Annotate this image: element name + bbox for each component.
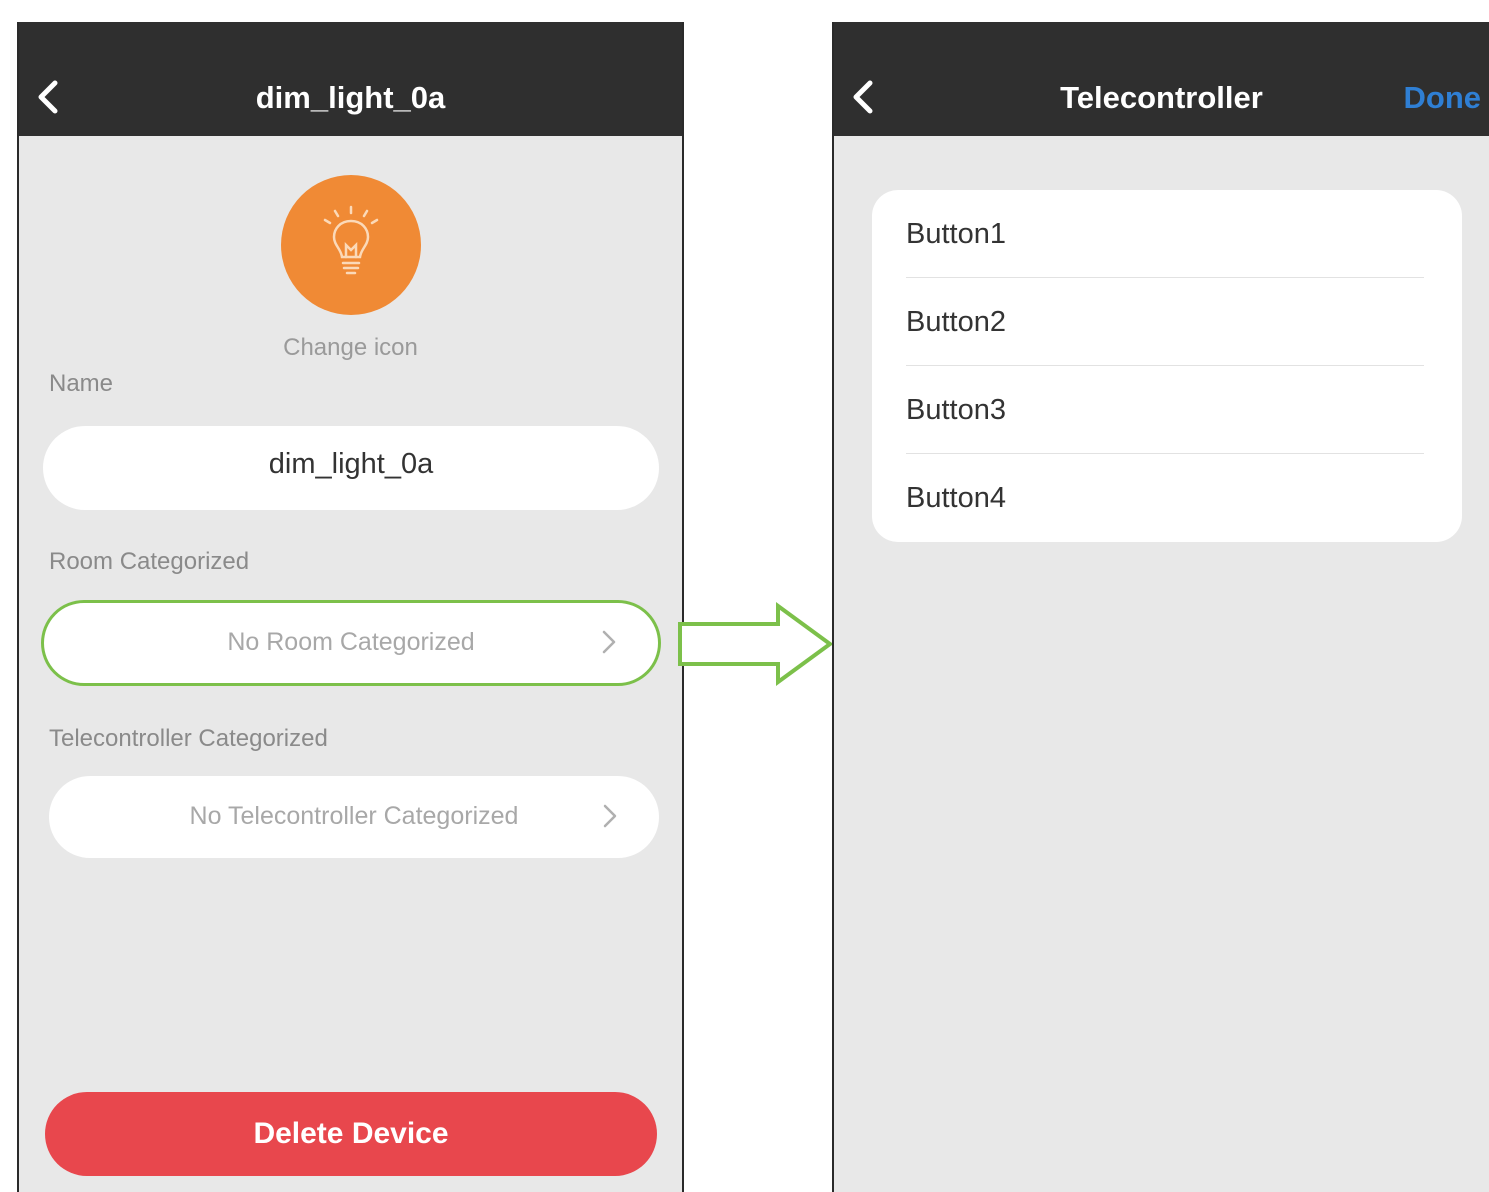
- list-item[interactable]: Button1: [906, 190, 1424, 278]
- chevron-right-icon: [603, 804, 617, 828]
- transition-arrow: [678, 600, 838, 688]
- telecontroller-label: Telecontroller Categorized: [49, 725, 328, 752]
- arrow-right-icon: [678, 602, 834, 686]
- list-item[interactable]: Button3: [906, 366, 1424, 454]
- name-value: dim_light_0a: [268, 448, 434, 480]
- change-icon-link[interactable]: Change icon: [19, 334, 682, 362]
- button-list: Button1 Button2 Button3 Button4: [872, 190, 1462, 542]
- navbar: Telecontroller Done: [834, 22, 1489, 136]
- device-settings-screen: dim_light_0a Change icon Name dim_light_…: [17, 22, 684, 1192]
- chevron-right-icon: [602, 630, 616, 654]
- room-value: No Room Categorized: [227, 628, 475, 656]
- light-bulb-icon: [323, 205, 379, 275]
- page-title: dim_light_0a: [255, 80, 446, 115]
- list-item[interactable]: Button2: [906, 278, 1424, 366]
- room-label: Room Categorized: [49, 548, 250, 575]
- name-field[interactable]: dim_light_0a: [43, 426, 659, 510]
- navbar: dim_light_0a: [19, 22, 682, 136]
- name-label: Name: [49, 370, 114, 397]
- page-title: Telecontroller: [1060, 80, 1263, 115]
- telecontroller-value: No Telecontroller Categorized: [189, 802, 519, 830]
- telecontroller-selector[interactable]: No Telecontroller Categorized: [49, 776, 659, 858]
- done-button[interactable]: Done: [1404, 78, 1482, 118]
- device-icon-button[interactable]: [281, 175, 421, 315]
- telecontroller-screen: Telecontroller Done Button1 Button2 Butt…: [832, 22, 1489, 1192]
- list-item[interactable]: Button4: [906, 454, 1424, 542]
- delete-device-button[interactable]: Delete Device: [45, 1092, 657, 1176]
- room-selector[interactable]: No Room Categorized: [41, 600, 661, 686]
